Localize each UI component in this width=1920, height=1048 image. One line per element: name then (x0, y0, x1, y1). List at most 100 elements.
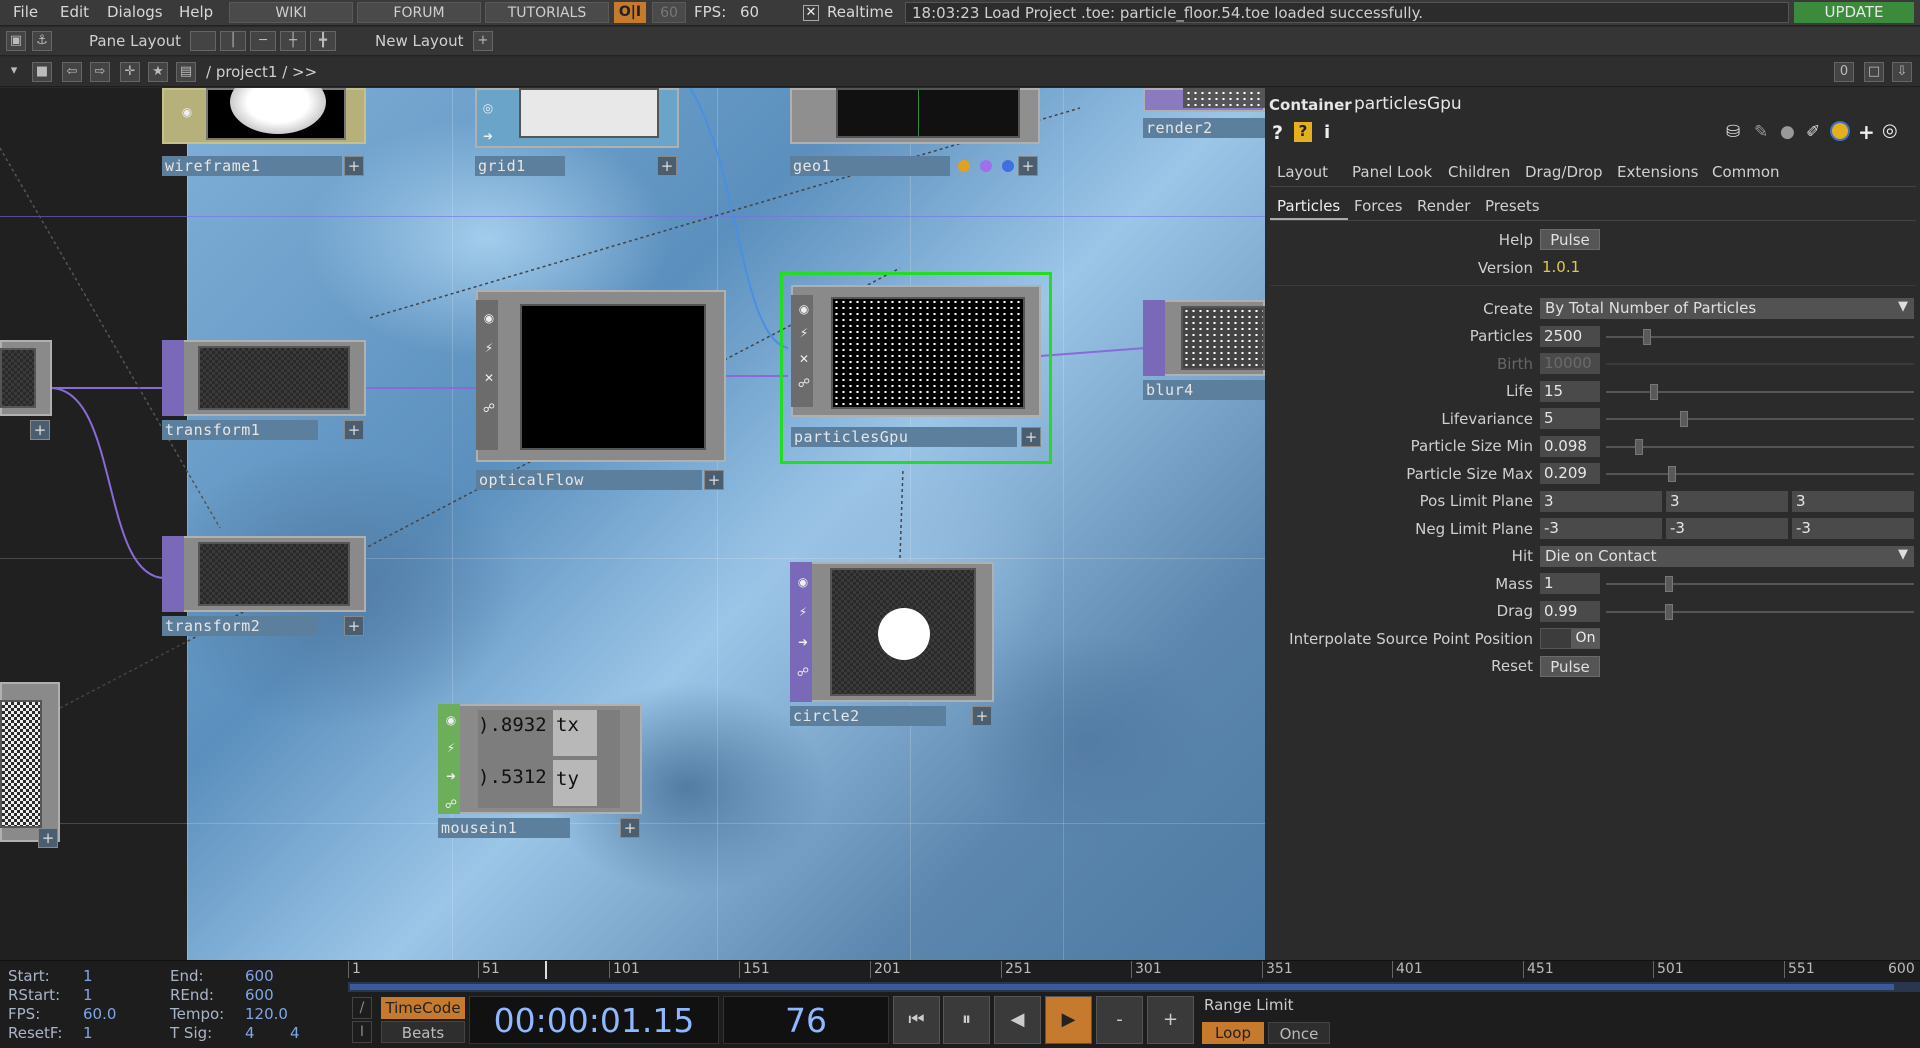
layout-split-h-icon[interactable]: ─ (250, 31, 276, 51)
node-label[interactable]: particlesGpu (791, 427, 1017, 447)
particles-slider[interactable] (1606, 336, 1914, 338)
chevron-down-icon[interactable]: ▾ (4, 62, 24, 82)
create-menu[interactable]: By Total Number of Particles (1540, 298, 1914, 319)
node-label[interactable]: grid1 (475, 156, 565, 176)
add-icon[interactable]: + (1858, 120, 1875, 144)
timecode-button[interactable]: TimeCode (381, 997, 465, 1019)
stop-icon[interactable]: ■ (32, 62, 52, 82)
help-pulse-button[interactable]: Pulse (1540, 229, 1600, 250)
tab-extensions[interactable]: Extensions (1617, 163, 1698, 181)
lifevariance-slider[interactable] (1606, 418, 1914, 420)
node-blur4[interactable]: blur4 (1143, 300, 1265, 402)
forum-button[interactable]: FORUM (357, 2, 481, 23)
back-icon[interactable]: ⇦ (62, 62, 82, 82)
node-add-button[interactable]: + (344, 616, 364, 636)
life-knob[interactable] (1650, 384, 1658, 400)
node-offscreen-left[interactable]: + (0, 340, 52, 440)
step-minus-button[interactable]: - (1096, 996, 1143, 1044)
neg-limit-z[interactable]: -3 (1792, 518, 1914, 539)
reset-pulse-button[interactable]: Pulse (1540, 656, 1600, 677)
node-transform2[interactable]: transform2 + (162, 536, 366, 636)
step-back-button[interactable]: ◀ (994, 996, 1041, 1044)
node-mousein1[interactable]: ◉ ⚡ ➜ ☍ ).8932 tx ).5312 ty mousein1 + (438, 704, 642, 838)
home-icon[interactable]: ✛ (120, 62, 140, 82)
maximize-icon[interactable]: □ (1864, 62, 1884, 82)
neg-limit-x[interactable]: -3 (1540, 518, 1662, 539)
chevron-down-icon[interactable]: ▼ (1898, 547, 1908, 562)
size-max-slider[interactable] (1606, 473, 1914, 475)
database-icon[interactable]: ⛁ (1726, 122, 1740, 142)
node-transform1[interactable]: transform1 + (162, 340, 366, 440)
particles-knob[interactable] (1643, 329, 1651, 345)
play-button[interactable]: ▶ (1045, 996, 1092, 1044)
size-max-knob[interactable] (1668, 466, 1676, 482)
node-label[interactable]: geo1 (790, 156, 950, 176)
layout-split-v-icon[interactable]: │ (220, 31, 246, 51)
end-value[interactable]: 600 (245, 967, 274, 985)
python-icon[interactable] (1830, 121, 1850, 141)
menu-help[interactable]: Help (179, 3, 213, 21)
anchor-icon[interactable]: ⚓ (32, 31, 52, 51)
wiki-button[interactable]: WIKI (229, 2, 353, 23)
menu-edit[interactable]: Edit (60, 3, 89, 21)
node-geo1[interactable]: geo1 + (790, 88, 1040, 180)
timecode-display[interactable]: 00:00:01.15 (469, 996, 719, 1044)
beats-button[interactable]: Beats (381, 1021, 465, 1043)
neg-limit-y[interactable]: -3 (1666, 518, 1788, 539)
size-max-field[interactable]: 0.209 (1540, 463, 1600, 484)
mass-knob[interactable] (1665, 576, 1673, 592)
tutorials-button[interactable]: TUTORIALS (485, 2, 609, 23)
star-icon[interactable]: ★ (148, 62, 168, 82)
realtime-checkbox[interactable]: ✕ (803, 5, 819, 21)
slash-icon[interactable]: / (352, 997, 372, 1019)
lifevariance-field[interactable]: 5 (1540, 408, 1600, 429)
dock-icon[interactable]: ⇩ (1892, 62, 1912, 82)
size-min-slider[interactable] (1606, 446, 1914, 448)
drag-slider[interactable] (1606, 611, 1914, 613)
fps-value[interactable]: 60.0 (83, 1005, 116, 1023)
chevron-down-icon[interactable]: ▼ (1898, 299, 1908, 314)
size-min-knob[interactable] (1635, 439, 1643, 455)
node-add-button[interactable]: + (1018, 156, 1038, 176)
network-editor[interactable]: ◉ wireframe1 + ◎ ➜ grid1 + geo1 + render… (0, 88, 1265, 960)
pause-button[interactable]: ⏸ (943, 996, 990, 1044)
tsig-a[interactable]: 4 (245, 1024, 255, 1042)
edit-icon[interactable]: ✐ (1806, 122, 1820, 142)
drag-knob[interactable] (1665, 604, 1673, 620)
node-particlesgpu[interactable]: ◉ ⚡ ✕ ☍ particlesGpu + (780, 272, 1052, 464)
playhead[interactable] (545, 961, 547, 979)
mass-slider[interactable] (1606, 583, 1914, 585)
node-grid1[interactable]: ◎ ➜ grid1 + (475, 88, 679, 180)
particles-field[interactable]: 2500 (1540, 326, 1600, 347)
size-min-field[interactable]: 0.098 (1540, 436, 1600, 457)
node-label[interactable]: transform2 (162, 616, 318, 636)
node-label[interactable]: render2 (1143, 118, 1265, 138)
frame-display[interactable]: 76 (723, 996, 889, 1044)
step-plus-button[interactable]: + (1147, 996, 1194, 1044)
pane-icon[interactable]: ▣ (6, 31, 26, 51)
node-label[interactable]: mousein1 (438, 818, 570, 838)
node-label[interactable]: transform1 (162, 420, 318, 440)
node-wireframe1[interactable]: ◉ wireframe1 + (162, 88, 366, 180)
tsig-b[interactable]: 4 (290, 1024, 300, 1042)
node-offscreen-left-bottom[interactable]: + (0, 682, 60, 850)
layout-grid-icon[interactable]: ╋ (310, 31, 336, 51)
menu-file[interactable]: File (13, 3, 38, 21)
comment-icon[interactable]: ● (1780, 122, 1795, 142)
birth-slider[interactable] (1606, 363, 1914, 365)
rstart-value[interactable]: 1 (83, 986, 93, 1004)
rewind-button[interactable]: ⏮ (893, 996, 940, 1044)
perform-mode-button[interactable]: O|I (614, 2, 646, 23)
tab-drag-drop[interactable]: Drag/Drop (1525, 163, 1603, 181)
drag-field[interactable]: 0.99 (1540, 601, 1600, 622)
node-opticalflow[interactable]: ◉ ⚡ ✕ ☍ opticalFlow + (476, 290, 726, 490)
node-add-button[interactable]: + (344, 420, 364, 440)
new-layout-button[interactable]: + (473, 31, 493, 51)
bar-icon[interactable]: I (352, 1021, 372, 1043)
lifevariance-knob[interactable] (1680, 411, 1688, 427)
tab-common[interactable]: Common (1712, 163, 1780, 181)
mass-field[interactable]: 1 (1540, 573, 1600, 594)
node-add-button[interactable]: + (972, 706, 992, 726)
life-field[interactable]: 15 (1540, 381, 1600, 402)
tempo-value[interactable]: 120.0 (245, 1005, 288, 1023)
